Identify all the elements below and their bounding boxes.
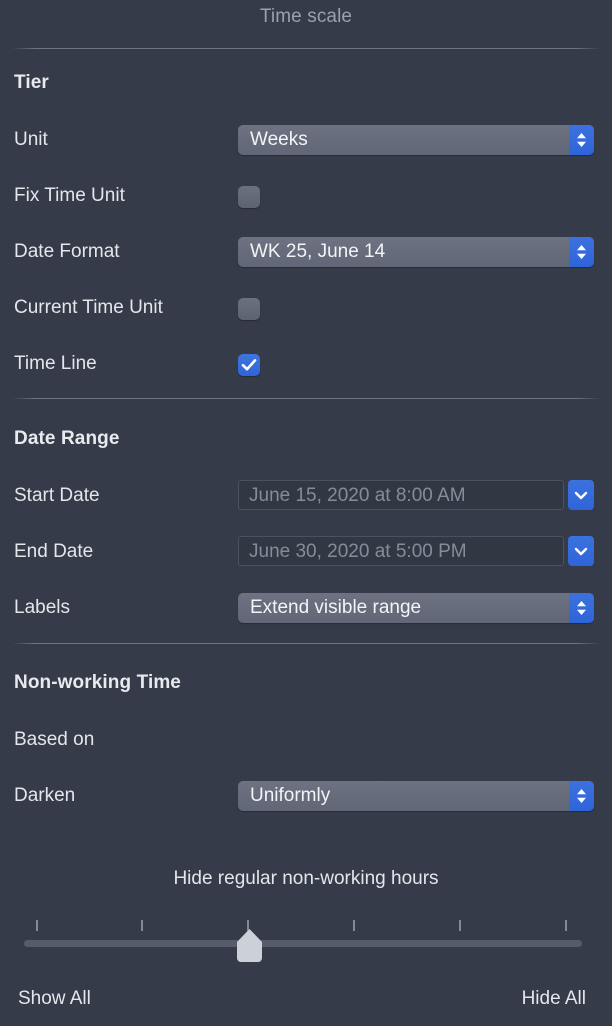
- end-date-chevron-down-icon[interactable]: [568, 536, 594, 566]
- group-title-tier: Tier: [14, 72, 49, 93]
- label-unit: Unit: [14, 129, 48, 150]
- label-end-date: End Date: [14, 541, 94, 562]
- unit-select-value: Weeks: [250, 129, 308, 150]
- darken-select-value: Uniformly: [250, 785, 331, 806]
- non-working-hours-slider[interactable]: [0, 900, 612, 970]
- labels-select[interactable]: Extend visible range: [238, 593, 594, 623]
- end-date-value: June 30, 2020 at 5:00 PM: [249, 541, 467, 562]
- slider-thumb[interactable]: [236, 929, 263, 962]
- start-date-value: June 15, 2020 at 8:00 AM: [249, 485, 466, 506]
- chevron-up-down-icon: [569, 237, 594, 267]
- checkmark-icon: [241, 359, 257, 371]
- end-date-input[interactable]: June 30, 2020 at 5:00 PM: [238, 536, 564, 566]
- unit-select[interactable]: Weeks: [238, 125, 594, 155]
- date-format-select-value: WK 25, June 14: [250, 241, 386, 262]
- label-based-on: Based on: [14, 729, 95, 750]
- label-current-time-unit: Current Time Unit: [14, 297, 163, 318]
- chevron-up-down-icon: [569, 593, 594, 623]
- divider-date-range: [12, 398, 600, 399]
- slider-tick-0: [36, 920, 38, 931]
- slider-tick-3: [353, 920, 355, 931]
- chevron-up-down-icon: [569, 125, 594, 155]
- start-date-input[interactable]: June 15, 2020 at 8:00 AM: [238, 480, 564, 510]
- labels-select-value: Extend visible range: [250, 597, 422, 618]
- slider-tick-5: [565, 920, 567, 931]
- group-title-non-working-time: Non-working Time: [14, 672, 181, 693]
- date-format-select[interactable]: WK 25, June 14: [238, 237, 594, 267]
- slider-track[interactable]: [24, 940, 582, 947]
- label-darken: Darken: [14, 785, 76, 806]
- group-title-date-range: Date Range: [14, 428, 120, 449]
- current-time-unit-checkbox[interactable]: [238, 298, 260, 320]
- label-labels: Labels: [14, 597, 70, 618]
- label-start-date: Start Date: [14, 485, 100, 506]
- start-date-field[interactable]: June 15, 2020 at 8:00 AM: [238, 480, 594, 510]
- slider-tick-4: [459, 920, 461, 931]
- label-fix-time-unit: Fix Time Unit: [14, 185, 125, 206]
- show-all-label[interactable]: Show All: [18, 988, 91, 1010]
- divider-header: [12, 48, 600, 49]
- hide-all-label[interactable]: Hide All: [522, 988, 586, 1010]
- label-time-line: Time Line: [14, 353, 97, 374]
- time-line-checkbox[interactable]: [238, 354, 260, 376]
- chevron-up-down-icon: [569, 781, 594, 811]
- page-title: Time scale: [259, 6, 353, 27]
- darken-select[interactable]: Uniformly: [238, 781, 594, 811]
- end-date-field[interactable]: June 30, 2020 at 5:00 PM: [238, 536, 594, 566]
- label-date-format: Date Format: [14, 241, 120, 262]
- divider-non-working-time: [12, 643, 600, 644]
- slider-caption: Hide regular non-working hours: [173, 868, 439, 889]
- fix-time-unit-checkbox[interactable]: [238, 186, 260, 208]
- start-date-chevron-down-icon[interactable]: [568, 480, 594, 510]
- slider-tick-1: [141, 920, 143, 931]
